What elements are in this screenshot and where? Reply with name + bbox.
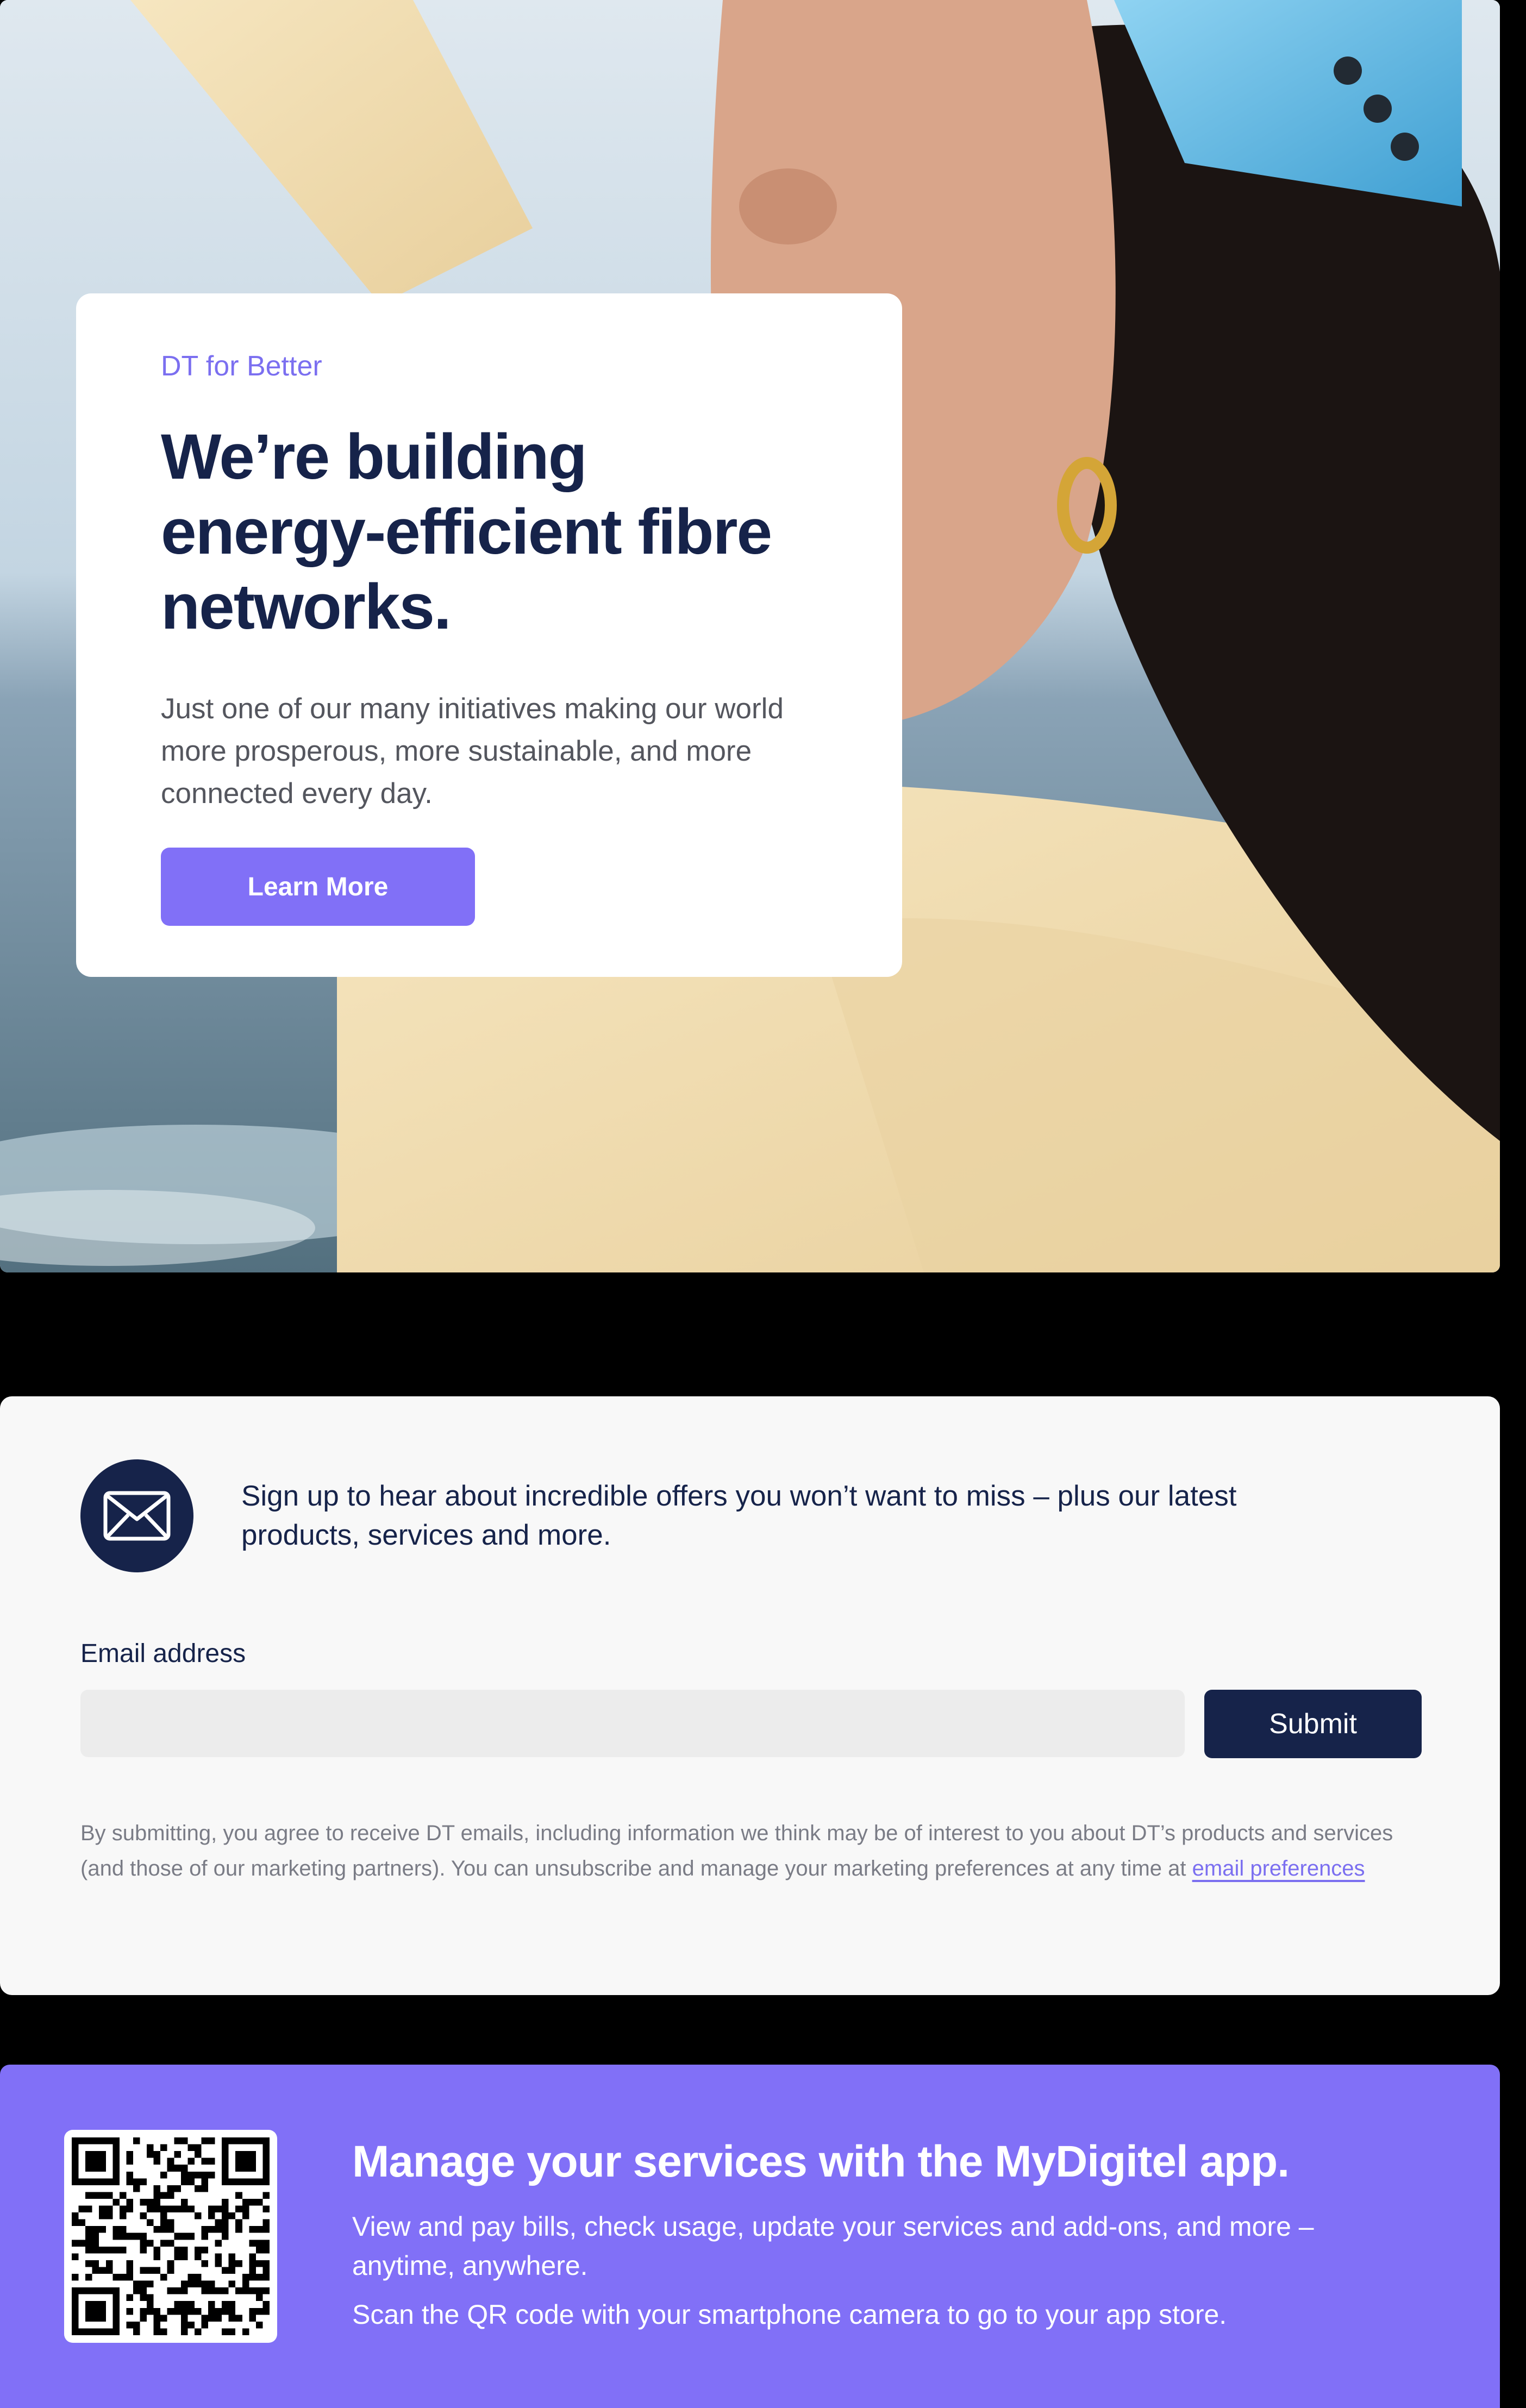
hero-banner: DT for Better We’re building energy-effi… [0, 0, 1500, 1272]
learn-more-button[interactable]: Learn More [161, 848, 475, 926]
hero-title-line: networks. [161, 571, 452, 643]
signup-message: Sign up to hear about incredible offers … [241, 1480, 1237, 1551]
submit-button[interactable]: Submit [1204, 1690, 1422, 1758]
hero-description: Just one of our many initiatives making … [161, 693, 784, 810]
legal-disclaimer: By submitting, you agree to receive DT e… [80, 1816, 1406, 1886]
app-promo-banner: Manage your services with the MyDigitel … [0, 2065, 1500, 2408]
hero-title-line: energy-efficient fibre [161, 496, 772, 568]
app-promo-title: Manage your services with the MyDigitel … [352, 2137, 1290, 2186]
newsletter-signup: Sign up to hear about incredible offers … [0, 1396, 1500, 1995]
hero-eyebrow: DT for Better [161, 350, 322, 382]
app-promo-scan-text: Scan the QR code with your smartphone ca… [352, 2299, 1227, 2330]
email-preferences-link[interactable]: email preferences [1192, 1857, 1365, 1880]
hero-title: We’re building energy-efficient fibre ne… [161, 419, 817, 644]
email-label: Email address [80, 1639, 246, 1668]
app-promo-description: View and pay bills, check usage, update … [352, 2211, 1314, 2281]
qr-code-icon [64, 2130, 277, 2343]
email-field[interactable] [80, 1690, 1185, 1757]
hero-title-line: We’re building [161, 421, 587, 493]
envelope-icon [80, 1459, 193, 1572]
hero-card: DT for Better We’re building energy-effi… [76, 293, 902, 977]
